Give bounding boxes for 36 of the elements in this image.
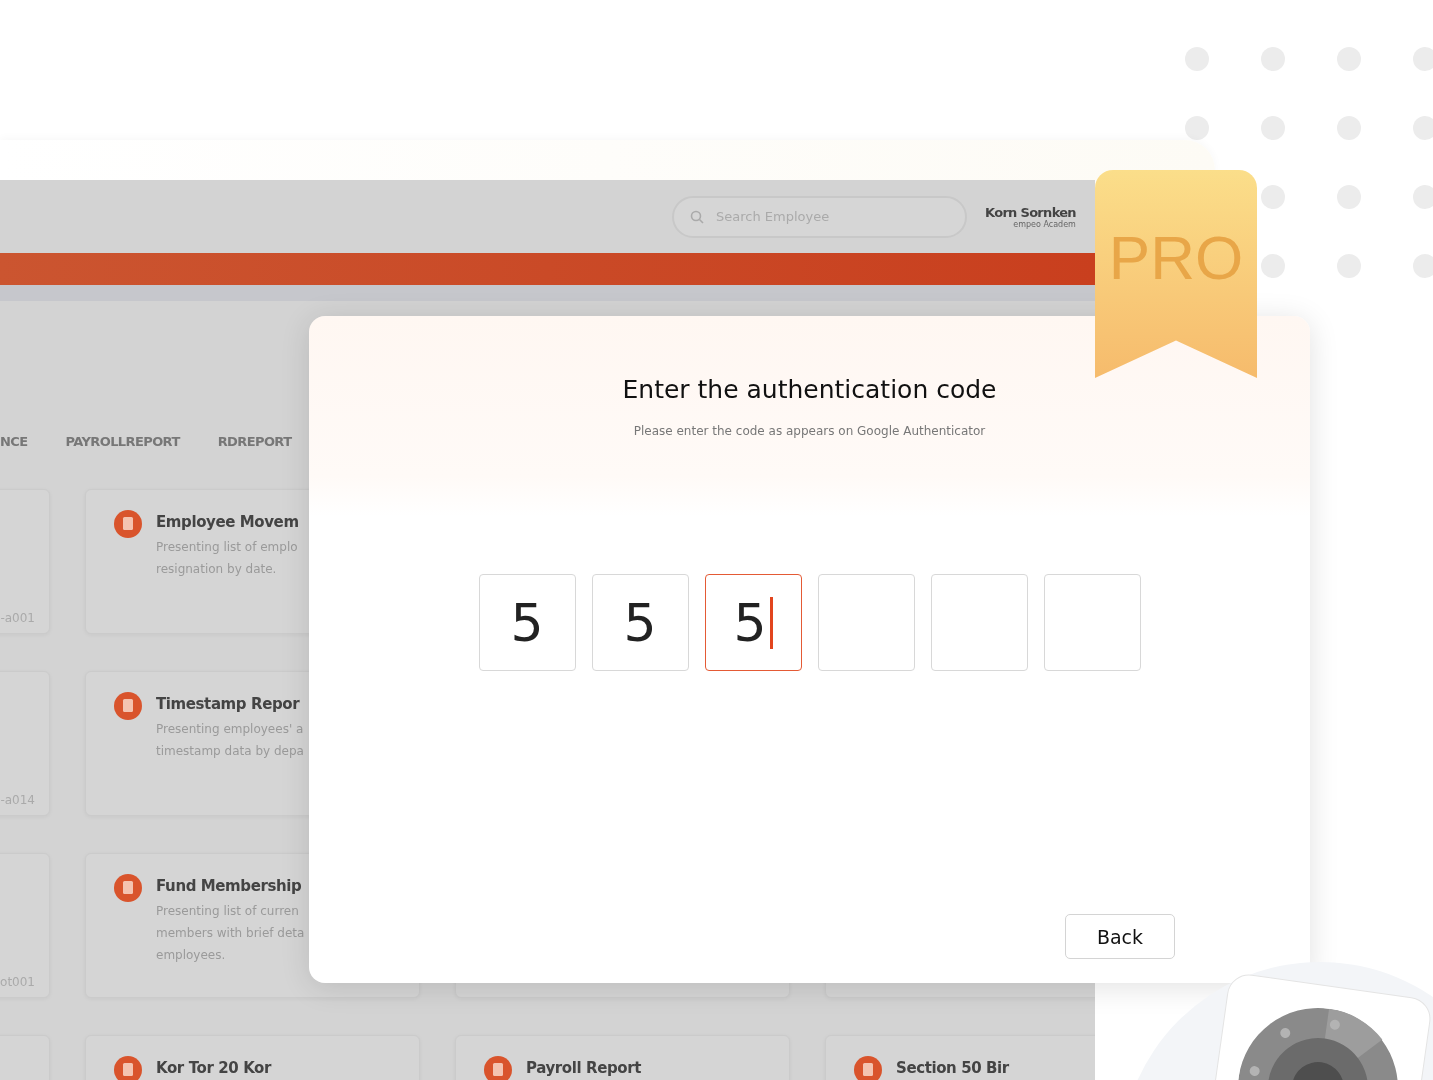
report-card[interactable]: Section 50 Bir	[825, 1035, 1095, 1080]
document-icon	[484, 1056, 512, 1080]
text-cursor	[769, 596, 773, 649]
dialog-subtitle: Please enter the code as appears on Google Authenticator	[633, 424, 986, 438]
code-digit-field[interactable]	[817, 574, 915, 671]
report-description: timestamp data by depa	[156, 743, 304, 760]
code-digit-field[interactable]	[930, 574, 1028, 671]
report-card[interactable]: Kor Tor 20 Kor	[85, 1035, 420, 1080]
document-icon	[114, 510, 142, 538]
code-digit-field[interactable]: 5	[704, 574, 802, 671]
code-digit-field[interactable]	[1043, 574, 1141, 671]
report-description: members with brief deta	[156, 925, 305, 942]
report-title: Timestamp Repor	[156, 694, 301, 715]
report-description: employees.	[156, 947, 227, 964]
user-subtitle: empeo Academ	[1013, 219, 1076, 229]
code-digit-field[interactable]: 5	[591, 574, 689, 671]
document-icon	[114, 1056, 142, 1080]
document-icon	[114, 874, 142, 902]
pro-ribbon-badge: PRO	[1095, 170, 1257, 378]
report-description: Presenting list of curren	[156, 903, 300, 920]
user-name: Korn Sornken	[985, 204, 1076, 220]
report-title: Fund Membership	[156, 876, 303, 897]
report-title: Payroll Report	[526, 1058, 641, 1079]
report-card[interactable]: Payroll Report	[455, 1035, 790, 1080]
report-title: Employee Movem	[156, 512, 299, 533]
report-title: Section 50 Bir	[896, 1058, 1009, 1079]
dialog-title: Enter the authentication code	[622, 375, 997, 404]
report-description: resignation by date.	[156, 561, 278, 578]
document-icon	[114, 692, 142, 720]
search-icon	[690, 209, 704, 224]
document-icon	[854, 1056, 882, 1080]
back-button[interactable]: Back	[1065, 914, 1175, 959]
report-title: Kor Tor 20 Kor	[156, 1058, 271, 1079]
report-description: Presenting list of emplo	[156, 539, 299, 556]
code-digit-field[interactable]: 5	[478, 574, 576, 671]
report-description: Presenting employees' a	[156, 721, 304, 738]
